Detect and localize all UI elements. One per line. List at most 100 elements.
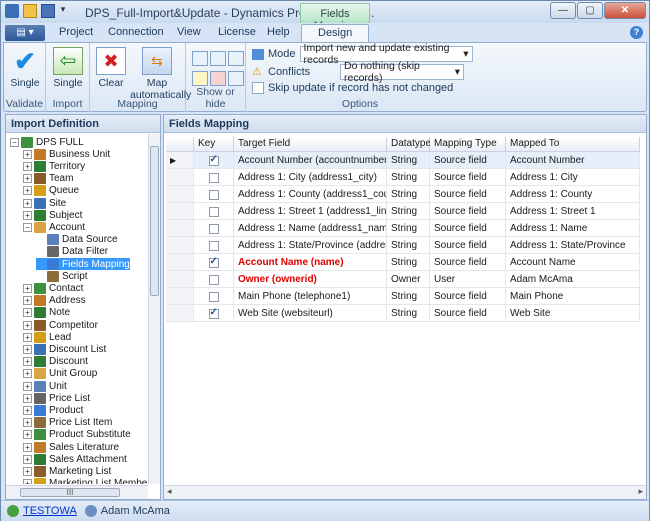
table-row[interactable]: Main Phone (telephone1) String Source fiel… <box>166 288 640 305</box>
col-header-mapping-type[interactable]: Mapping Type <box>430 137 506 152</box>
tree-horizontal-scrollbar[interactable]: III <box>6 485 148 499</box>
expand-icon[interactable]: + <box>23 454 32 464</box>
mapped-to-cell[interactable]: Account Name <box>506 254 640 271</box>
customize-qat-icon[interactable]: ▾ <box>59 4 67 18</box>
mapped-to-cell[interactable]: Account Number <box>506 152 640 169</box>
maximize-button[interactable]: ▢ <box>577 2 603 19</box>
expand-icon[interactable]: + <box>23 161 32 171</box>
expand-icon[interactable]: + <box>23 186 32 196</box>
grid-horizontal-scrollbar[interactable]: ◂ ▸ <box>164 485 646 499</box>
tree-node[interactable]: + Unit <box>23 380 67 392</box>
expand-icon[interactable]: + <box>23 210 32 220</box>
table-row[interactable]: ▶ Account Number (accountnumber)StringSou… <box>166 152 640 169</box>
map-automatically-button[interactable]: ⇆ Map automatically <box>130 47 191 101</box>
tree-node[interactable]: + Lead <box>23 331 71 343</box>
key-checkbox[interactable] <box>208 241 219 251</box>
mapped-to-cell[interactable]: Address 1: State/Province <box>506 237 640 254</box>
expand-icon[interactable]: + <box>23 369 32 379</box>
new-icon[interactable] <box>23 4 37 18</box>
close-button[interactable]: ✕ <box>604 2 646 19</box>
scroll-right-icon[interactable]: ▸ <box>638 486 643 497</box>
show-grid-icon[interactable] <box>192 51 208 66</box>
table-row[interactable]: Address 1: Street 1 (address1_line1) Stri… <box>166 203 640 220</box>
show-columns-icon[interactable] <box>210 51 226 66</box>
tree-node[interactable]: + Territory <box>23 160 85 172</box>
mapped-to-cell[interactable]: Address 1: Name <box>506 220 640 237</box>
tree-node[interactable]: − DPS FULL <box>10 136 84 148</box>
tree-node[interactable]: + Discount List <box>23 343 106 355</box>
row-selector[interactable] <box>166 220 194 237</box>
col-header-target-field[interactable]: Target Field <box>234 137 387 152</box>
mapping-type-cell[interactable]: Source field <box>430 220 506 237</box>
mapping-type-cell[interactable]: Source field <box>430 288 506 305</box>
tree-node[interactable]: + Product Substitute <box>23 429 131 441</box>
table-row[interactable]: Account Name (name)StringSource fieldAcc… <box>166 254 640 271</box>
expand-icon[interactable]: + <box>23 466 32 476</box>
tree-node[interactable]: + Competitor <box>23 319 98 331</box>
tree-node[interactable]: Fields Mapping <box>36 258 130 270</box>
tree-node[interactable]: Script <box>36 270 88 282</box>
row-selector[interactable] <box>166 237 194 254</box>
expand-icon[interactable]: + <box>23 479 32 484</box>
mapping-type-cell[interactable]: Source field <box>430 305 506 322</box>
key-checkbox[interactable] <box>208 275 219 285</box>
row-selector[interactable] <box>166 254 194 271</box>
mapping-type-cell[interactable]: Source field <box>430 254 506 271</box>
tree-node[interactable]: + Product <box>23 404 83 416</box>
mapped-to-cell[interactable]: Address 1: Street 1 <box>506 203 640 220</box>
target-field-cell[interactable]: Address 1: County (address1_county) <box>234 186 387 203</box>
target-field-cell[interactable]: Address 1: City (address1_city) <box>234 169 387 186</box>
table-row[interactable]: Owner (ownerid) Owner User Adam McAma <box>166 271 640 288</box>
table-row[interactable]: Address 1: City (address1_city) String Sou… <box>166 169 640 186</box>
table-row[interactable]: Web Site (websiteurl)StringSource fieldW… <box>166 305 640 322</box>
expand-icon[interactable]: + <box>23 357 32 367</box>
validate-single-button[interactable]: ✔ Single <box>10 47 40 89</box>
mapping-type-cell[interactable]: Source field <box>430 203 506 220</box>
mapped-to-cell[interactable]: Web Site <box>506 305 640 322</box>
tab-design[interactable]: Design <box>301 24 370 42</box>
target-field-cell[interactable]: Address 1: State/Province (address1_... <box>234 237 387 254</box>
table-row[interactable]: Address 1: Name (address1_name) String Sou… <box>166 220 640 237</box>
expand-icon[interactable]: + <box>23 149 32 159</box>
tree-node[interactable]: + Contact <box>23 282 83 294</box>
mapped-to-cell[interactable]: Main Phone <box>506 288 640 305</box>
tree-node[interactable]: + Team <box>23 173 73 185</box>
expand-icon[interactable]: + <box>23 308 32 318</box>
key-checkbox[interactable] <box>208 154 219 166</box>
target-field-cell[interactable]: Owner (ownerid) <box>234 271 387 288</box>
row-selector[interactable] <box>166 169 194 186</box>
row-selector[interactable] <box>166 305 194 322</box>
expand-icon[interactable]: + <box>23 381 32 391</box>
tab-view[interactable]: View <box>177 26 201 38</box>
key-checkbox[interactable] <box>208 256 219 268</box>
save-icon[interactable] <box>41 4 55 18</box>
row-selector[interactable] <box>166 271 194 288</box>
expand-icon[interactable]: + <box>23 320 32 330</box>
tree-node[interactable]: + Marketing List <box>23 465 111 477</box>
target-field-cell[interactable]: Account Number (accountnumber) <box>234 152 387 169</box>
row-selector[interactable] <box>166 186 194 203</box>
show-form-icon[interactable] <box>228 51 244 66</box>
tree-node[interactable]: + Sales Literature <box>23 441 119 453</box>
mapped-to-cell[interactable]: Adam McAma <box>506 271 640 288</box>
tab-help[interactable]: Help <box>267 26 290 38</box>
mapping-type-cell[interactable]: Source field <box>430 237 506 254</box>
tree-node[interactable]: + Price List <box>23 392 90 404</box>
info-icon[interactable] <box>228 71 244 86</box>
key-icon[interactable] <box>192 71 208 86</box>
row-selector[interactable] <box>166 288 194 305</box>
scroll-left-icon[interactable]: ◂ <box>167 486 172 497</box>
expand-icon[interactable]: + <box>23 442 32 452</box>
tree-vertical-scrollbar[interactable] <box>148 134 160 484</box>
tab-connection[interactable]: Connection <box>108 26 164 38</box>
file-menu-button[interactable]: ▤ ▾ <box>5 25 45 41</box>
target-field-cell[interactable]: Address 1: Street 1 (address1_line1) <box>234 203 387 220</box>
conflicts-select[interactable]: Do nothing (skip records) ▾ <box>340 60 464 84</box>
collapse-icon[interactable]: − <box>10 137 19 147</box>
table-row[interactable]: Address 1: County (address1_county)Strin… <box>166 186 640 203</box>
mapping-type-cell[interactable]: Source field <box>430 152 506 169</box>
tree-node[interactable]: + Site <box>23 197 66 209</box>
key-checkbox[interactable] <box>208 173 219 183</box>
tree-node[interactable]: + Unit Group <box>23 368 97 380</box>
clear-button[interactable]: ✖ Clear <box>96 47 126 89</box>
